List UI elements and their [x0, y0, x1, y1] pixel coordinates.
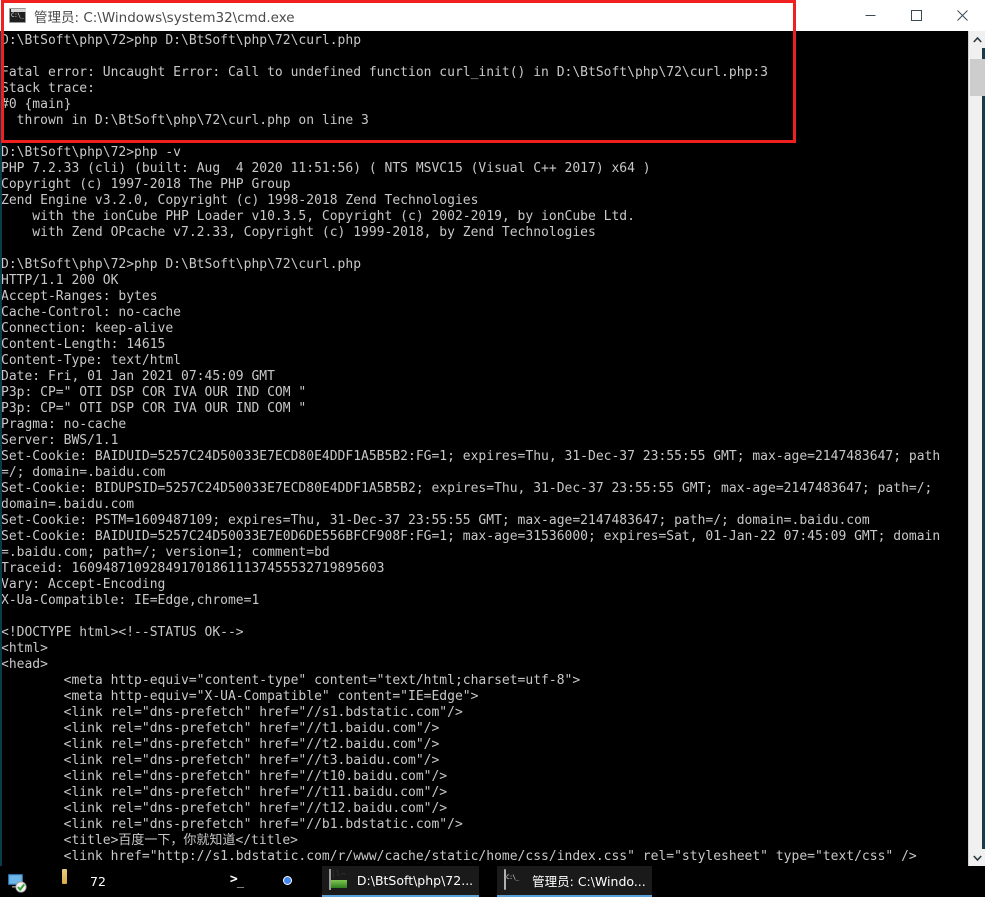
console-line: <link rel="dns-prefetch" href="//t3.baid… [1, 753, 440, 768]
console-line: Cache-Control: no-cache [1, 305, 182, 320]
console-line: D:\BtSoft\php\72>php -v [1, 145, 182, 160]
console-line: Content-Length: 14615 [1, 337, 166, 352]
titlebar-left: 管理员: C:\Windows\system32\cmd.exe [0, 6, 847, 26]
screen: 管理员: C:\Windows\system32\cmd.exe [0, 0, 985, 897]
maximize-icon [910, 10, 922, 21]
console-line: Fatal error: Uncaught Error: Call to und… [1, 65, 769, 80]
console-line: Server: BWS/1.1 [1, 433, 119, 448]
scroll-thumb[interactable] [970, 59, 985, 96]
taskbar-item-editor[interactable]: D:\BtSoft\php\72... [321, 866, 480, 897]
taskbar-label-cmd: 管理员: C:\Windo... [532, 874, 646, 889]
window-title: 管理员: C:\Windows\system32\cmd.exe [34, 9, 295, 26]
console-line: Stack trace: [1, 81, 95, 96]
console-line: <title>百度一下，你就知道</title> [1, 833, 299, 848]
console-line: Date: Fri, 01 Jan 2021 07:45:09 GMT [1, 369, 275, 384]
console-line: Pragma: no-cache [1, 417, 127, 432]
chevron-down-icon [973, 854, 982, 861]
folder-icon [61, 871, 83, 893]
console-line: Set-Cookie: BAIDUID=5257C24D50033E7E0D6D… [1, 529, 941, 544]
window-controls [847, 0, 985, 31]
scroll-down-arrow[interactable] [969, 849, 985, 866]
console-line: <link rel="dns-prefetch" href="//t10.bai… [1, 769, 448, 784]
console-line: <meta http-equiv="content-type" content=… [1, 673, 581, 688]
console-line: P3p: CP=" OTI DSP COR IVA OUR IND COM " [1, 401, 307, 416]
console-line: Set-Cookie: PSTM=1609487109; expires=Thu… [1, 513, 870, 528]
taskbar-item-cmd[interactable]: 管理员: C:\Windo... [497, 866, 652, 897]
console-line: <link rel="dns-prefetch" href="//t1.baid… [1, 721, 440, 736]
console-icon [503, 868, 525, 892]
console-line: <!DOCTYPE html><!--STATUS OK--> [1, 625, 244, 640]
taskbar-item-powershell[interactable] [220, 866, 261, 897]
maximize-button[interactable] [893, 0, 939, 31]
console-line: domain=.baidu.com [1, 497, 135, 512]
console-line: Set-Cookie: BAIDUID=5257C24D50033E7ECD80… [1, 449, 941, 464]
console-line: Vary: Accept-Encoding [1, 577, 166, 592]
minimize-icon [865, 15, 875, 16]
powershell-icon [226, 871, 248, 893]
console-line: <link rel="dns-prefetch" href="//t11.bai… [1, 785, 448, 800]
console-line: Set-Cookie: BIDUPSID=5257C24D50033E7ECD8… [1, 481, 933, 496]
window-titlebar[interactable]: 管理员: C:\Windows\system32\cmd.exe [0, 0, 985, 31]
cmd-window: 管理员: C:\Windows\system32\cmd.exe [0, 0, 985, 866]
console-line: #0 {main} [1, 97, 72, 112]
console-line: =/; domain=.baidu.com [1, 465, 166, 480]
console-line: =.baidu.com; path=/; version=1; comment=… [1, 545, 330, 560]
console-area[interactable]: D:\BtSoft\php\72>php D:\BtSoft\php\72\cu… [0, 31, 985, 866]
chrome-icon [277, 871, 299, 893]
console-line: P3p: CP=" OTI DSP COR IVA OUR IND COM " [1, 385, 307, 400]
taskbar-label-folder: 72 [90, 874, 106, 889]
console-line: <link rel="dns-prefetch" href="//t12.bai… [1, 801, 448, 816]
console-scrollbar[interactable] [968, 31, 985, 866]
console-line: <meta http-equiv="X-UA-Compatible" conte… [1, 689, 479, 704]
console-line: Copyright (c) 1997-2018 The PHP Group [1, 177, 291, 192]
scroll-up-arrow[interactable] [969, 31, 985, 48]
console-line: <link href="http://s1.bdstatic.com/r/www… [1, 849, 917, 864]
console-line: HTTP/1.1 200 OK [1, 273, 119, 288]
console-line: <link rel="dns-prefetch" href="//s1.bdst… [1, 705, 463, 720]
console-line: Traceid: 1609487109284917018611137455532… [1, 561, 385, 576]
console-line: with the ionCube PHP Loader v10.3.5, Cop… [1, 209, 635, 224]
console-line: thrown in D:\BtSoft\php\72\curl.php on l… [1, 113, 369, 128]
console-line: <head> [1, 657, 48, 672]
console-line: Zend Engine v3.2.0, Copyright (c) 1998-2… [1, 193, 479, 208]
close-icon [956, 10, 968, 21]
console-line: Connection: keep-alive [1, 321, 174, 336]
console-output[interactable]: D:\BtSoft\php\72>php D:\BtSoft\php\72\cu… [0, 31, 968, 866]
console-line: <html> [1, 641, 48, 656]
console-line: with Zend OPcache v7.2.33, Copyright (c)… [1, 225, 596, 240]
taskbar-item-desktop[interactable] [0, 866, 41, 897]
console-line: D:\BtSoft\php\72>php D:\BtSoft\php\72\cu… [1, 257, 362, 272]
taskbar-label-editor: D:\BtSoft\php\72... [356, 873, 474, 888]
console-line: PHP 7.2.33 (cli) (built: Aug 4 2020 11:5… [1, 161, 651, 176]
taskbar-item-folder[interactable]: 72 [55, 866, 112, 897]
console-line: Content-Type: text/html [1, 353, 182, 368]
console-line: D:\BtSoft\php\72>php D:\BtSoft\php\72\cu… [1, 33, 362, 48]
editor-icon [328, 868, 350, 892]
console-line: <link rel="dns-prefetch" href="//b1.bdst… [1, 817, 463, 832]
taskbar-item-chrome[interactable] [271, 866, 312, 897]
taskbar: 72 D:\BtSoft\php\72... 管理员: C:\Windo.. [0, 866, 985, 897]
console-line: Accept-Ranges: bytes [1, 289, 158, 304]
console-line: <link rel="dns-prefetch" href="//t2.baid… [1, 737, 440, 752]
chevron-up-icon [973, 36, 982, 43]
cmd-icon [9, 8, 26, 23]
minimize-button[interactable] [847, 0, 893, 31]
close-button[interactable] [939, 0, 985, 31]
console-line: X-Ua-Compatible: IE=Edge,chrome=1 [1, 593, 260, 608]
desktop-icon [6, 871, 28, 893]
